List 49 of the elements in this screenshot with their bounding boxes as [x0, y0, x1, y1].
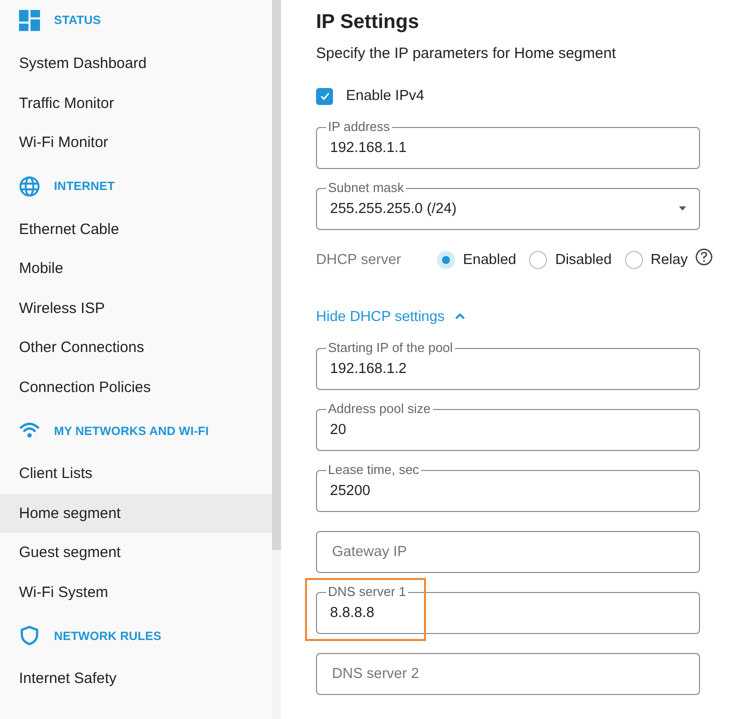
field-label: IP address — [327, 119, 391, 135]
field-label: Starting IP of the pool — [327, 340, 454, 356]
globe-icon — [19, 176, 40, 196]
radio-button[interactable] — [624, 251, 643, 269]
field-label: DHCP server — [316, 252, 402, 268]
sidebar-item[interactable]: Wi-Fi System — [0, 572, 272, 612]
radio-label: Enabled — [463, 252, 516, 268]
input-field[interactable]: Address pool size 20 — [316, 401, 700, 451]
chevron-icon — [454, 312, 465, 318]
shield-icon — [19, 625, 40, 646]
sidebar-item[interactable]: Connection Policies — [0, 368, 272, 407]
scrollbar[interactable] — [272, 0, 281, 550]
sidebar-item[interactable]: Wireless ISP — [0, 288, 272, 328]
sidebar-item[interactable]: Internet Safety — [0, 659, 272, 698]
radio-button[interactable] — [529, 251, 548, 269]
sidebar-item[interactable]: Mobile — [0, 249, 272, 288]
input-field[interactable]: IP address 192.168.1.1 — [316, 119, 700, 169]
sidebar-item[interactable]: Ethernet Cable — [0, 210, 272, 249]
sidebar-item[interactable]: System Dashboard — [0, 44, 272, 84]
radio-label: Relay — [650, 252, 688, 268]
sidebar-item[interactable]: Other Connections — [0, 328, 272, 368]
sidebar-item[interactable]: Traffic Monitor — [0, 84, 272, 123]
checkbox[interactable] — [316, 88, 333, 104]
page-title: IP Settings — [316, 10, 420, 35]
dashboard-icon — [19, 10, 40, 30]
section-heading: MY NETWORKS AND WI-FI — [54, 424, 209, 438]
page-description: Specify the IP parameters for Home segment — [316, 44, 617, 64]
dropdown-caret-icon — [679, 206, 686, 211]
input-field[interactable]: Subnet mask 255.255.255.0 (/24) — [316, 180, 700, 230]
sidebar-item[interactable]: Wi-Fi Monitor — [0, 123, 272, 162]
field-label: Lease time, sec — [327, 462, 420, 478]
sidebar-item[interactable]: Client Lists — [0, 454, 272, 494]
field-label: Address pool size — [327, 401, 432, 417]
section-heading: NETWORK RULES — [54, 628, 162, 642]
checkmark-icon — [318, 90, 330, 102]
input-field[interactable]: Starting IP of the pool 192.168.1.2 — [316, 340, 700, 390]
checkbox-label: Enable IPv4 — [346, 88, 424, 104]
input-field[interactable]: Lease time, sec 25200 — [316, 462, 700, 512]
field-label: DNS server 1 — [327, 584, 408, 600]
help-icon[interactable] — [694, 248, 713, 266]
input-field[interactable]: Gateway IP — [316, 531, 700, 573]
input-field[interactable]: DNS server 1 8.8.8.8 — [316, 584, 700, 634]
field-label: Subnet mask — [327, 180, 405, 196]
input-field[interactable]: DNS server 2 — [316, 653, 700, 695]
radio-label: Disabled — [555, 252, 612, 268]
sidebar-item[interactable]: Home segment — [0, 494, 272, 533]
section-heading: INTERNET — [54, 179, 115, 193]
sidebar-item[interactable]: Guest segment — [0, 533, 272, 572]
section-heading: STATUS — [54, 13, 101, 27]
